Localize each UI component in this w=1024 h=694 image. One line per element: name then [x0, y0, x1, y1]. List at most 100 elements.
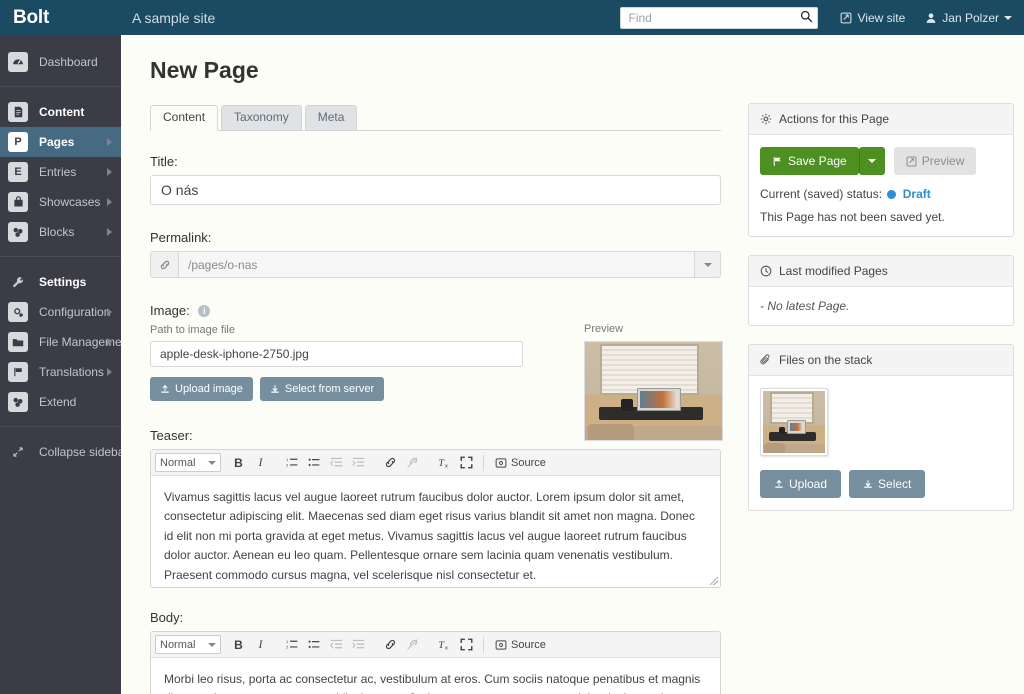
gear-icon [8, 302, 28, 322]
sidebar-item-dashboard[interactable]: Dashboard [0, 47, 121, 77]
source-button[interactable]: Source [490, 453, 551, 473]
brand-block[interactable]: Bolt [0, 7, 121, 29]
stack-select-label: Select [878, 477, 912, 491]
outdent-icon[interactable] [326, 453, 347, 473]
source-button[interactable]: Source [490, 635, 551, 655]
save-page-label: Save Page [788, 154, 847, 168]
source-label: Source [511, 456, 546, 469]
link-icon[interactable] [380, 453, 401, 473]
gear-icon [760, 113, 772, 125]
permalink-dropdown-button[interactable] [695, 251, 721, 278]
sidebar-label-translations: Translations [39, 365, 104, 379]
remove-format-icon[interactable]: Tx [434, 635, 455, 655]
stack-select-button[interactable]: Select [849, 470, 926, 498]
italic-icon[interactable]: I [250, 453, 271, 473]
extend-icon [8, 392, 28, 412]
view-site-link[interactable]: View site [840, 11, 905, 25]
teaser-field-group: Teaser: Normal B I 12 T x Source Vivamus… [150, 428, 721, 588]
sidebar-item-showcases[interactable]: Showcases [0, 187, 121, 217]
svg-text:x: x [445, 463, 448, 469]
svg-text:2: 2 [286, 463, 289, 468]
sidebar-label-pages: Pages [39, 135, 75, 149]
sidebar-item-configuration[interactable]: Configuration [0, 297, 121, 327]
sidebar-item-content[interactable]: Content [0, 97, 121, 127]
sidebar-item-settings[interactable]: Settings [0, 267, 121, 297]
chevron-right-icon [107, 198, 112, 206]
chevron-right-icon [107, 228, 112, 236]
permalink-input-group [150, 251, 721, 278]
remove-format-icon[interactable]: Tx [434, 453, 455, 473]
paperclip-icon [760, 354, 772, 366]
chevron-right-icon [107, 168, 112, 176]
maximize-icon[interactable] [456, 453, 477, 473]
content-icon [8, 102, 28, 122]
sidebar-label-content: Content [39, 105, 85, 119]
stack-thumbnail[interactable] [760, 388, 828, 456]
body-editor-body[interactable]: Morbi leo risus, porta ac consectetur ac… [151, 658, 720, 694]
save-page-button[interactable]: Save Page [760, 147, 859, 175]
sidebar-item-file-management[interactable]: File Management [0, 327, 132, 357]
user-menu[interactable]: Jan Polzer [925, 11, 1012, 25]
upload-image-button[interactable]: Upload image [150, 377, 253, 401]
sidebar-item-extend[interactable]: Extend [0, 387, 121, 417]
save-dropdown-button[interactable] [858, 147, 885, 175]
image-path-input[interactable] [150, 341, 523, 367]
sidebar-divider-1 [0, 86, 121, 87]
sidebar-divider-3 [0, 426, 121, 427]
tab-bar: Content Taxonomy Meta [150, 105, 721, 131]
numbered-list-icon[interactable]: 12 [282, 453, 303, 473]
svg-text:1: 1 [286, 639, 289, 644]
tab-meta[interactable]: Meta [304, 105, 358, 130]
teaser-editor: Normal B I 12 T x Source Vivamus sagitti… [150, 449, 721, 588]
bold-icon[interactable]: B [228, 635, 249, 655]
format-dropdown-label: Normal [160, 638, 196, 651]
permalink-input[interactable] [178, 251, 695, 278]
unlink-icon[interactable] [402, 453, 423, 473]
sidebar-divider-2 [0, 256, 121, 257]
indent-icon[interactable] [348, 635, 369, 655]
unlink-icon[interactable] [402, 635, 423, 655]
sidebar-item-pages[interactable]: P Pages [0, 127, 121, 157]
side-column: Actions for this Page Save Page Preview … [748, 103, 1014, 529]
entries-icon: E [8, 162, 28, 182]
italic-icon[interactable]: I [250, 635, 271, 655]
search-input[interactable] [620, 6, 819, 29]
sidebar-item-translations[interactable]: Translations [0, 357, 121, 387]
svg-text:T: T [438, 458, 444, 469]
preview-button[interactable]: Preview [893, 147, 977, 175]
indent-icon[interactable] [348, 453, 369, 473]
sidebar-label-configuration: Configuration [39, 305, 111, 319]
tab-taxonomy[interactable]: Taxonomy [221, 105, 302, 130]
bullet-list-icon[interactable] [304, 453, 325, 473]
svg-text:1: 1 [286, 457, 289, 462]
flag-icon [772, 156, 783, 167]
select-from-server-button[interactable]: Select from server [259, 377, 385, 401]
bullet-list-icon[interactable] [304, 635, 325, 655]
maximize-icon[interactable] [456, 635, 477, 655]
bold-icon[interactable]: B [228, 453, 249, 473]
status-line: Current (saved) status: Draft [760, 187, 1002, 201]
outdent-icon[interactable] [326, 635, 347, 655]
teaser-editor-toolbar: Normal B I 12 T x Source [151, 450, 720, 476]
stack-upload-button[interactable]: Upload [760, 470, 842, 498]
download-icon [863, 479, 873, 489]
sidebar-item-collapse[interactable]: Collapse sidebar [0, 437, 128, 467]
info-icon[interactable]: i [198, 305, 211, 317]
page-title: New Page [150, 57, 259, 83]
title-input[interactable] [150, 175, 721, 205]
sidebar-item-entries[interactable]: E Entries [0, 157, 121, 187]
svg-text:x: x [445, 645, 448, 651]
tab-content[interactable]: Content [150, 105, 219, 131]
numbered-list-icon[interactable]: 12 [282, 635, 303, 655]
link-icon[interactable] [380, 635, 401, 655]
format-dropdown[interactable]: Normal [155, 635, 221, 654]
resize-handle[interactable] [709, 576, 718, 585]
clock-icon [760, 265, 772, 277]
stack-panel-title: Files on the stack [779, 353, 873, 367]
teaser-editor-body[interactable]: Vivamus sagittis lacus vel augue laoreet… [151, 476, 720, 587]
sidebar-item-blocks[interactable]: Blocks [0, 217, 121, 247]
link-icon [150, 251, 178, 278]
flag-icon [8, 362, 28, 382]
format-dropdown[interactable]: Normal [155, 453, 221, 472]
search-icon[interactable] [799, 10, 813, 24]
